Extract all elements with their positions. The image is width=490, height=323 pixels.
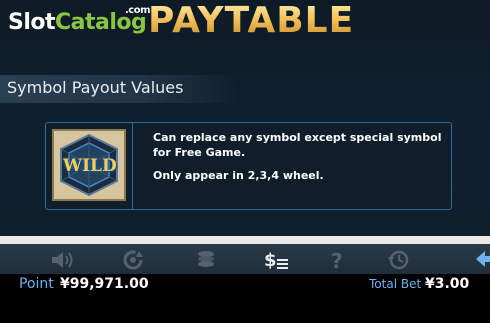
- history-icon[interactable]: [384, 248, 412, 272]
- autoplay-icon[interactable]: [119, 248, 147, 272]
- svg-text:?: ?: [331, 249, 343, 271]
- separator-bar: [0, 236, 490, 244]
- point-label: Point: [19, 276, 54, 292]
- logo-com-text: .com: [125, 5, 151, 16]
- bottom-toolbar: $ ?: [0, 244, 490, 274]
- wild-symbol-icon: WILD: [52, 129, 126, 201]
- wild-label: WILD: [63, 156, 117, 176]
- slotcatalog-logo: SlotCatalog .com: [8, 5, 151, 40]
- help-icon[interactable]: ?: [324, 248, 352, 272]
- back-arrow-icon[interactable]: [476, 248, 490, 270]
- point-value: ¥99,971.00: [60, 276, 149, 292]
- coins-icon[interactable]: [192, 248, 220, 272]
- panel-divider: [132, 123, 133, 209]
- total-bet-value: ¥3.00: [425, 276, 470, 292]
- section-title: Symbol Payout Values: [7, 78, 184, 97]
- page-title: PAYTABLE: [148, 0, 355, 41]
- total-bet-label: Total Bet: [369, 277, 422, 291]
- wild-note: Only appear in 2,3,4 wheel.: [153, 169, 324, 182]
- speaker-icon[interactable]: [48, 248, 76, 272]
- logo-slot-text: Slot: [8, 10, 56, 35]
- wild-description: Can replace any symbol except special sy…: [153, 131, 442, 159]
- wild-symbol-panel: WILD Can replace any symbol except speci…: [45, 122, 452, 210]
- paytable-icon[interactable]: $: [262, 248, 290, 272]
- svg-text:$: $: [264, 250, 277, 271]
